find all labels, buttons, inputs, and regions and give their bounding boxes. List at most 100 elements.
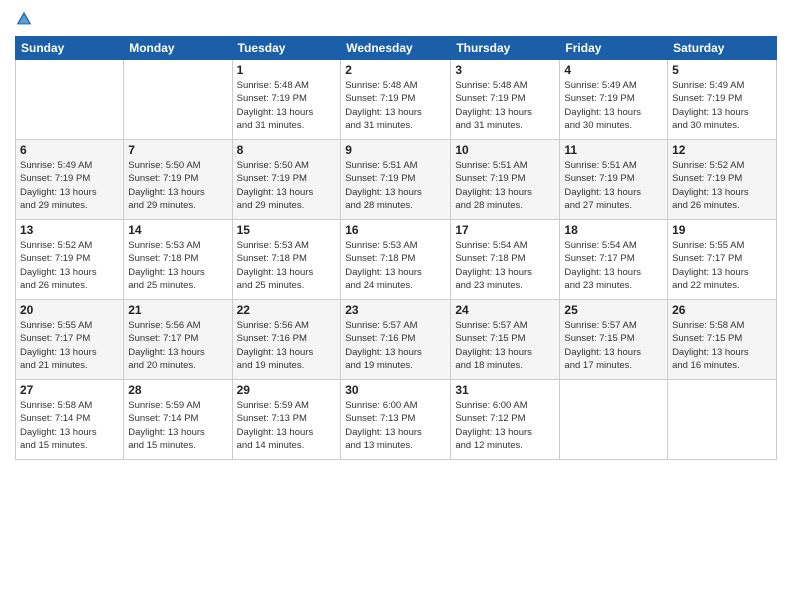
- day-info: Sunrise: 5:55 AM Sunset: 7:17 PM Dayligh…: [20, 319, 119, 372]
- day-number: 6: [20, 143, 119, 157]
- day-info: Sunrise: 5:58 AM Sunset: 7:15 PM Dayligh…: [672, 319, 772, 372]
- day-info: Sunrise: 5:54 AM Sunset: 7:18 PM Dayligh…: [455, 239, 555, 292]
- day-number: 9: [345, 143, 446, 157]
- calendar-cell: 30Sunrise: 6:00 AM Sunset: 7:13 PM Dayli…: [341, 380, 451, 460]
- calendar-cell: 10 Sunrise: 5:51 AM Sunset: 7:19 PM Dayli…: [451, 140, 560, 220]
- day-info: Sunrise: 5:53 AM Sunset: 7:18 PM Dayligh…: [237, 239, 337, 292]
- calendar-cell: 7 Sunrise: 5:50 AM Sunset: 7:19 PM Daylig…: [124, 140, 232, 220]
- day-number: 1: [237, 63, 337, 77]
- calendar-cell: 9 Sunrise: 5:51 AM Sunset: 7:19 PM Daylig…: [341, 140, 451, 220]
- calendar-cell: 5Sunrise: 5:49 AM Sunset: 7:19 PM Daylig…: [668, 60, 777, 140]
- calendar-cell: 23 Sunrise: 5:57 AM Sunset: 7:16 PM Dayli…: [341, 300, 451, 380]
- day-number: 16: [345, 223, 446, 237]
- calendar-cell: [124, 60, 232, 140]
- day-number: 30: [345, 383, 446, 397]
- day-number: 11: [564, 143, 663, 157]
- weekday-header: Thursday: [451, 37, 560, 60]
- day-info: Sunrise: 5:52 AM Sunset: 7:19 PM Dayligh…: [20, 239, 119, 292]
- calendar-cell: 25 Sunrise: 5:57 AM Sunset: 7:15 PM Dayli…: [560, 300, 668, 380]
- day-info: Sunrise: 5:57 AM Sunset: 7:15 PM Dayligh…: [455, 319, 555, 372]
- calendar-cell: 13 Sunrise: 5:52 AM Sunset: 7:19 PM Dayli…: [16, 220, 124, 300]
- weekday-header-row: SundayMondayTuesdayWednesdayThursdayFrid…: [16, 37, 777, 60]
- calendar-table: SundayMondayTuesdayWednesdayThursdayFrid…: [15, 36, 777, 460]
- calendar-cell: 20Sunrise: 5:55 AM Sunset: 7:17 PM Dayli…: [16, 300, 124, 380]
- day-number: 22: [237, 303, 337, 317]
- calendar-cell: 14 Sunrise: 5:53 AM Sunset: 7:18 PM Dayli…: [124, 220, 232, 300]
- calendar-cell: 4Sunrise: 5:49 AM Sunset: 7:19 PM Daylig…: [560, 60, 668, 140]
- day-number: 21: [128, 303, 227, 317]
- calendar-cell: 8 Sunrise: 5:50 AM Sunset: 7:19 PM Daylig…: [232, 140, 341, 220]
- day-info: Sunrise: 5:49 AM Sunset: 7:19 PM Dayligh…: [672, 79, 772, 132]
- day-number: 27: [20, 383, 119, 397]
- day-info: Sunrise: 5:50 AM Sunset: 7:19 PM Dayligh…: [237, 159, 337, 212]
- day-number: 19: [672, 223, 772, 237]
- calendar-week-row: 27 Sunrise: 5:58 AM Sunset: 7:14 PM Dayli…: [16, 380, 777, 460]
- calendar-cell: [668, 380, 777, 460]
- day-number: 8: [237, 143, 337, 157]
- weekday-header: Saturday: [668, 37, 777, 60]
- logo: [15, 10, 37, 28]
- weekday-header: Sunday: [16, 37, 124, 60]
- day-info: Sunrise: 5:55 AM Sunset: 7:17 PM Dayligh…: [672, 239, 772, 292]
- calendar-cell: 26 Sunrise: 5:58 AM Sunset: 7:15 PM Dayli…: [668, 300, 777, 380]
- day-number: 12: [672, 143, 772, 157]
- day-info: Sunrise: 5:52 AM Sunset: 7:19 PM Dayligh…: [672, 159, 772, 212]
- day-info: Sunrise: 5:48 AM Sunset: 7:19 PM Dayligh…: [345, 79, 446, 132]
- day-info: Sunrise: 5:57 AM Sunset: 7:16 PM Dayligh…: [345, 319, 446, 372]
- calendar-cell: 15 Sunrise: 5:53 AM Sunset: 7:18 PM Dayli…: [232, 220, 341, 300]
- day-number: 13: [20, 223, 119, 237]
- calendar-cell: 16 Sunrise: 5:53 AM Sunset: 7:18 PM Dayli…: [341, 220, 451, 300]
- calendar-week-row: 13 Sunrise: 5:52 AM Sunset: 7:19 PM Dayli…: [16, 220, 777, 300]
- logo-icon: [15, 10, 33, 28]
- day-number: 10: [455, 143, 555, 157]
- header: [15, 10, 777, 28]
- calendar-cell: 6 Sunrise: 5:49 AM Sunset: 7:19 PM Daylig…: [16, 140, 124, 220]
- calendar-cell: 21Sunrise: 5:56 AM Sunset: 7:17 PM Dayli…: [124, 300, 232, 380]
- weekday-header: Friday: [560, 37, 668, 60]
- day-info: Sunrise: 5:54 AM Sunset: 7:17 PM Dayligh…: [564, 239, 663, 292]
- calendar-cell: 3 Sunrise: 5:48 AM Sunset: 7:19 PM Daylig…: [451, 60, 560, 140]
- day-number: 15: [237, 223, 337, 237]
- day-number: 3: [455, 63, 555, 77]
- calendar-cell: 31 Sunrise: 6:00 AM Sunset: 7:12 PM Dayli…: [451, 380, 560, 460]
- day-number: 25: [564, 303, 663, 317]
- day-number: 26: [672, 303, 772, 317]
- calendar-cell: [16, 60, 124, 140]
- day-info: Sunrise: 5:51 AM Sunset: 7:19 PM Dayligh…: [345, 159, 446, 212]
- day-number: 24: [455, 303, 555, 317]
- calendar-cell: 19 Sunrise: 5:55 AM Sunset: 7:17 PM Dayli…: [668, 220, 777, 300]
- calendar-week-row: 20Sunrise: 5:55 AM Sunset: 7:17 PM Dayli…: [16, 300, 777, 380]
- day-number: 29: [237, 383, 337, 397]
- day-info: Sunrise: 5:48 AM Sunset: 7:19 PM Dayligh…: [237, 79, 337, 132]
- day-info: Sunrise: 5:57 AM Sunset: 7:15 PM Dayligh…: [564, 319, 663, 372]
- day-number: 14: [128, 223, 227, 237]
- day-info: Sunrise: 5:48 AM Sunset: 7:19 PM Dayligh…: [455, 79, 555, 132]
- day-number: 17: [455, 223, 555, 237]
- day-number: 7: [128, 143, 227, 157]
- calendar-cell: 2Sunrise: 5:48 AM Sunset: 7:19 PM Daylig…: [341, 60, 451, 140]
- day-number: 31: [455, 383, 555, 397]
- day-info: Sunrise: 6:00 AM Sunset: 7:12 PM Dayligh…: [455, 399, 555, 452]
- day-info: Sunrise: 5:58 AM Sunset: 7:14 PM Dayligh…: [20, 399, 119, 452]
- day-info: Sunrise: 5:49 AM Sunset: 7:19 PM Dayligh…: [20, 159, 119, 212]
- calendar-cell: 28Sunrise: 5:59 AM Sunset: 7:14 PM Dayli…: [124, 380, 232, 460]
- day-number: 23: [345, 303, 446, 317]
- day-number: 18: [564, 223, 663, 237]
- calendar-cell: 1 Sunrise: 5:48 AM Sunset: 7:19 PM Daylig…: [232, 60, 341, 140]
- day-info: Sunrise: 5:49 AM Sunset: 7:19 PM Dayligh…: [564, 79, 663, 132]
- day-info: Sunrise: 5:56 AM Sunset: 7:16 PM Dayligh…: [237, 319, 337, 372]
- day-number: 28: [128, 383, 227, 397]
- calendar-cell: 24 Sunrise: 5:57 AM Sunset: 7:15 PM Dayli…: [451, 300, 560, 380]
- day-info: Sunrise: 5:51 AM Sunset: 7:19 PM Dayligh…: [455, 159, 555, 212]
- weekday-header: Monday: [124, 37, 232, 60]
- calendar-cell: 12 Sunrise: 5:52 AM Sunset: 7:19 PM Dayli…: [668, 140, 777, 220]
- calendar-cell: [560, 380, 668, 460]
- calendar-week-row: 1 Sunrise: 5:48 AM Sunset: 7:19 PM Daylig…: [16, 60, 777, 140]
- day-info: Sunrise: 5:53 AM Sunset: 7:18 PM Dayligh…: [345, 239, 446, 292]
- weekday-header: Wednesday: [341, 37, 451, 60]
- calendar-week-row: 6 Sunrise: 5:49 AM Sunset: 7:19 PM Daylig…: [16, 140, 777, 220]
- day-info: Sunrise: 5:53 AM Sunset: 7:18 PM Dayligh…: [128, 239, 227, 292]
- day-info: Sunrise: 5:50 AM Sunset: 7:19 PM Dayligh…: [128, 159, 227, 212]
- day-info: Sunrise: 5:59 AM Sunset: 7:13 PM Dayligh…: [237, 399, 337, 452]
- calendar-cell: 27 Sunrise: 5:58 AM Sunset: 7:14 PM Dayli…: [16, 380, 124, 460]
